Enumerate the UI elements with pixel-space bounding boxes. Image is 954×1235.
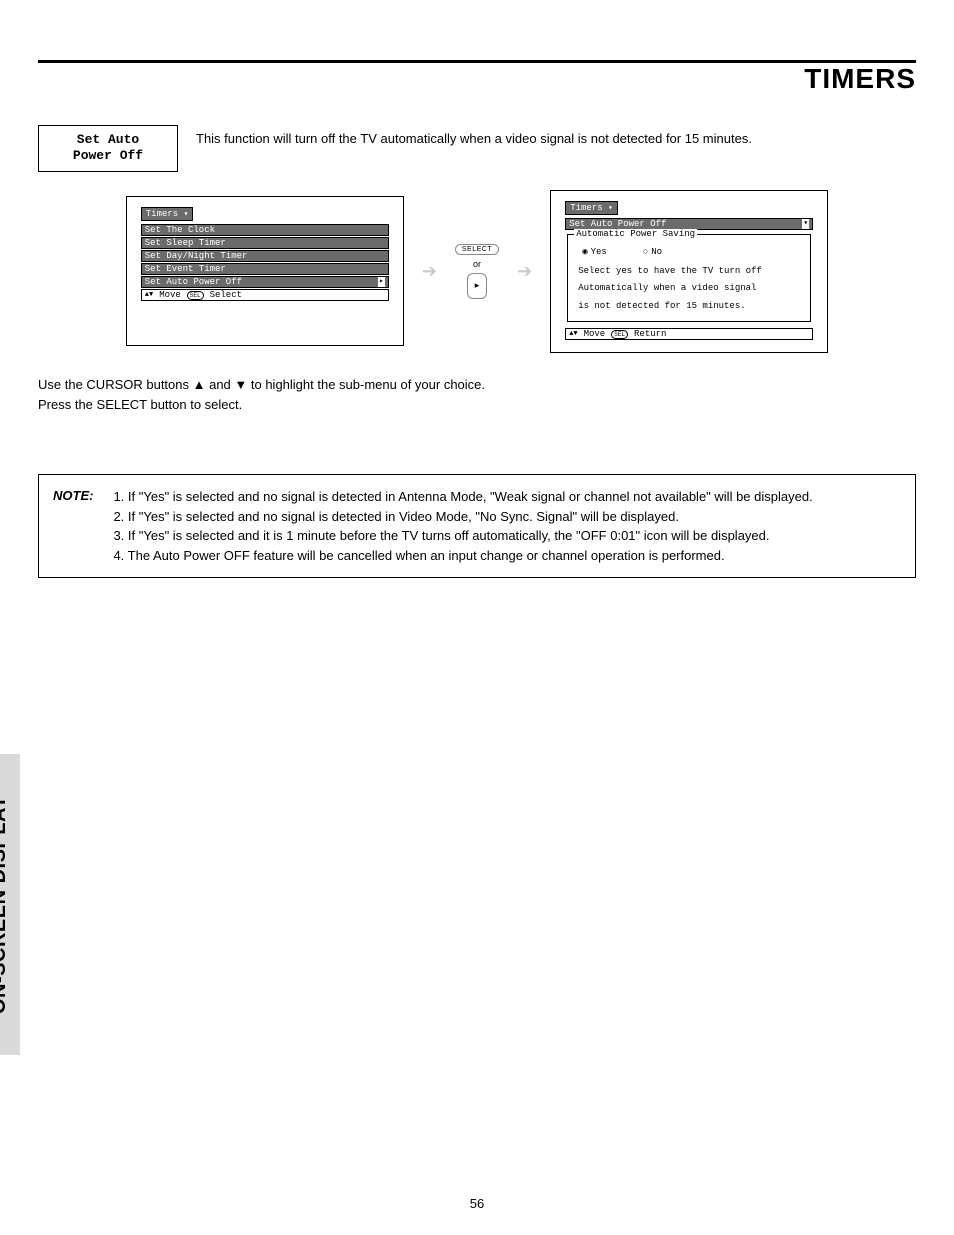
help-line-2: Automatically when a video signal (578, 282, 804, 296)
radio-row: Yes No (582, 247, 804, 257)
feature-name-line2: Power Off (57, 148, 159, 164)
footer-return-label: Return (634, 328, 666, 340)
arrow-right-icon: ➔ (422, 262, 437, 280)
note-box: NOTE: 1. If "Yes" is selected and no sig… (38, 474, 916, 578)
play-icon: ▸ (475, 280, 480, 291)
note-item-1: 1. If "Yes" is selected and no signal is… (113, 487, 812, 507)
note-label: NOTE: (53, 487, 93, 565)
osd-panel-right: Timers ▾ Set Auto Power Off▾ Automatic P… (550, 190, 828, 354)
feature-name-line1: Set Auto (57, 132, 159, 148)
page-title: TIMERS (38, 63, 916, 95)
chevron-right-icon: ▸ (378, 277, 385, 287)
radio-empty-icon (643, 247, 648, 257)
or-label: or (473, 259, 481, 269)
osd-left-tab: Timers ▾ (141, 207, 194, 221)
radio-no-label: No (651, 247, 662, 257)
osd-panel-left: Timers ▾ Set The Clock Set Sleep Timer S… (126, 196, 404, 346)
menu-item-label: Set Day/Night Timer (145, 250, 248, 262)
updown-icon: ▲▼ (569, 328, 577, 340)
help-line-3: is not detected for 15 minutes. (578, 300, 804, 314)
radio-no[interactable]: No (643, 247, 662, 257)
osd-left-footer: ▲▼ Move SEL Select (141, 289, 389, 301)
footer-move-label: Move (159, 289, 181, 301)
menu-item-label: Set Sleep Timer (145, 237, 226, 249)
radio-yes[interactable]: Yes (582, 247, 607, 257)
feature-row: Set Auto Power Off This function will tu… (38, 125, 916, 172)
note-item-3: 3. If "Yes" is selected and it is 1 minu… (113, 526, 812, 546)
radio-yes-label: Yes (591, 247, 607, 257)
note-item-2: 2. If "Yes" is selected and no signal is… (113, 507, 812, 527)
footer-move-label: Move (584, 328, 606, 340)
note-list: 1. If "Yes" is selected and no signal is… (113, 487, 812, 565)
osd-left-tab-label: Timers (146, 209, 178, 219)
menu-item-set-the-clock[interactable]: Set The Clock (141, 224, 389, 236)
middle-controls: SELECT or ▸ (455, 244, 499, 299)
help-line-1: Select yes to have the TV turn off (578, 265, 804, 279)
select-remote-button: SELECT (455, 244, 499, 255)
osd-right-footer: ▲▼ Move SEL Return (565, 328, 813, 340)
radio-filled-icon (582, 247, 587, 257)
updown-icon: ▲▼ (145, 289, 153, 301)
menu-item-set-auto-power-off[interactable]: Set Auto Power Off ▸ (141, 276, 389, 288)
play-remote-button: ▸ (467, 273, 487, 299)
menu-item-label: Set The Clock (145, 224, 215, 236)
menu-item-set-sleep-timer[interactable]: Set Sleep Timer (141, 237, 389, 249)
diagram-row: Timers ▾ Set The Clock Set Sleep Timer S… (38, 190, 916, 354)
osd-right-tab: Timers ▾ (565, 201, 618, 215)
chevron-down-icon: ▾ (184, 210, 189, 219)
chevron-down-icon: ▾ (608, 204, 613, 213)
group-legend: Automatic Power Saving (574, 229, 697, 239)
chevron-down-icon: ▾ (802, 219, 809, 229)
menu-item-label: Set Event Timer (145, 263, 226, 275)
menu-item-label: Set Auto Power Off (145, 276, 242, 288)
instruction-line-1: Use the CURSOR buttons ▲ and ▼ to highli… (38, 375, 916, 395)
select-oval-icon: SEL (187, 291, 204, 300)
osd-right-tab-label: Timers (570, 203, 602, 213)
note-item-4: 4. The Auto Power OFF feature will be ca… (113, 546, 812, 566)
select-oval-icon: SEL (611, 330, 628, 339)
arrow-right-icon: ➔ (517, 262, 532, 280)
section-side-tab: ON-SCREEN DISPLAY (0, 754, 20, 1055)
instruction-line-2: Press the SELECT button to select. (38, 395, 916, 415)
feature-description: This function will turn off the TV autom… (196, 125, 752, 146)
automatic-power-saving-group: Automatic Power Saving Yes No Select yes… (567, 234, 811, 323)
menu-item-set-event-timer[interactable]: Set Event Timer (141, 263, 389, 275)
feature-name-box: Set Auto Power Off (38, 125, 178, 172)
footer-select-label: Select (210, 289, 242, 301)
page-number: 56 (0, 1196, 954, 1211)
menu-item-set-day-night-timer[interactable]: Set Day/Night Timer (141, 250, 389, 262)
instructions-block: Use the CURSOR buttons ▲ and ▼ to highli… (38, 375, 916, 414)
